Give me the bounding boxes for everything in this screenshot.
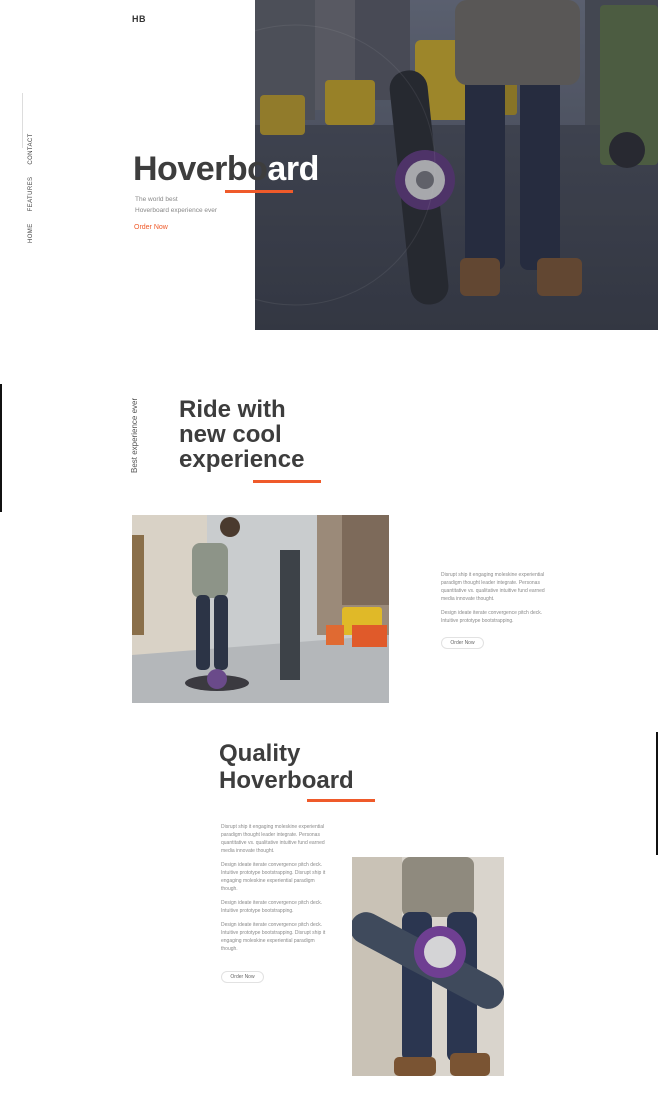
section-quality-paragraph-1: Disrupt ship it engaging moleskine exper… <box>221 824 325 854</box>
nav-links: HOME FEATURES CONTACT <box>28 133 34 243</box>
section-ride-title-line-3: experience <box>179 446 305 473</box>
side-navigation: HOME FEATURES CONTACT <box>12 93 34 243</box>
section-vertical-label: Best experience ever <box>130 397 139 473</box>
section-quality-paragraph-4: Design ideate iterate convergence pitch … <box>221 922 326 952</box>
hero-title-tail: ard <box>267 150 319 188</box>
section-quality-title: Quality Hoverboard <box>219 740 354 794</box>
section-quality-image <box>352 857 504 1076</box>
section-ride-image <box>132 515 389 703</box>
nav-item-home[interactable]: HOME <box>28 223 34 243</box>
section-ride-title: Ride with new cool experience <box>179 397 304 472</box>
nav-item-contact[interactable]: CONTACT <box>28 133 34 164</box>
section-quality-paragraph-2: Design ideate iterate convergence pitch … <box>221 862 326 892</box>
section-ride-text: Disrupt ship it engaging moleskine exper… <box>441 571 546 631</box>
brand-logo[interactable]: HB <box>132 14 146 24</box>
section-ride-paragraph-2: Design ideate iterate convergence pitch … <box>441 610 543 624</box>
section-ride-paragraph-1: Disrupt ship it engaging moleskine exper… <box>441 572 545 602</box>
section-ride-title-line-2: new cool <box>179 421 282 448</box>
section-quality-text: Disrupt ship it engaging moleskine exper… <box>221 823 326 959</box>
hero-subtitle-line-1: The world best <box>135 196 178 203</box>
hero-subtitle-line-2: Hoverboard experience ever <box>135 207 218 214</box>
section-quality-title-line-1: Quality <box>219 740 301 767</box>
section-quality-underline <box>307 799 375 802</box>
left-accent-bar <box>0 384 2 512</box>
hero-subtitle: The world best Hoverboard experience eve… <box>135 194 245 216</box>
hero-title-main: Hoverbo <box>133 150 268 188</box>
hero-order-now-link[interactable]: Order Now <box>134 224 168 231</box>
section-ride-order-now-button[interactable]: Order Now <box>441 637 484 649</box>
nav-divider <box>22 93 23 148</box>
section-ride-underline <box>253 480 321 483</box>
nav-item-features[interactable]: FEATURES <box>28 177 34 212</box>
section-quality-paragraph-3: Design ideate iterate convergence pitch … <box>221 900 323 914</box>
section-quality-title-line-2: Hoverboard <box>219 767 354 794</box>
hero-title-underline <box>225 190 293 193</box>
hero-title: Hoverboard <box>133 150 319 189</box>
section-quality-order-now-button[interactable]: Order Now <box>221 971 264 983</box>
section-ride-title-line-1: Ride with <box>179 396 286 423</box>
